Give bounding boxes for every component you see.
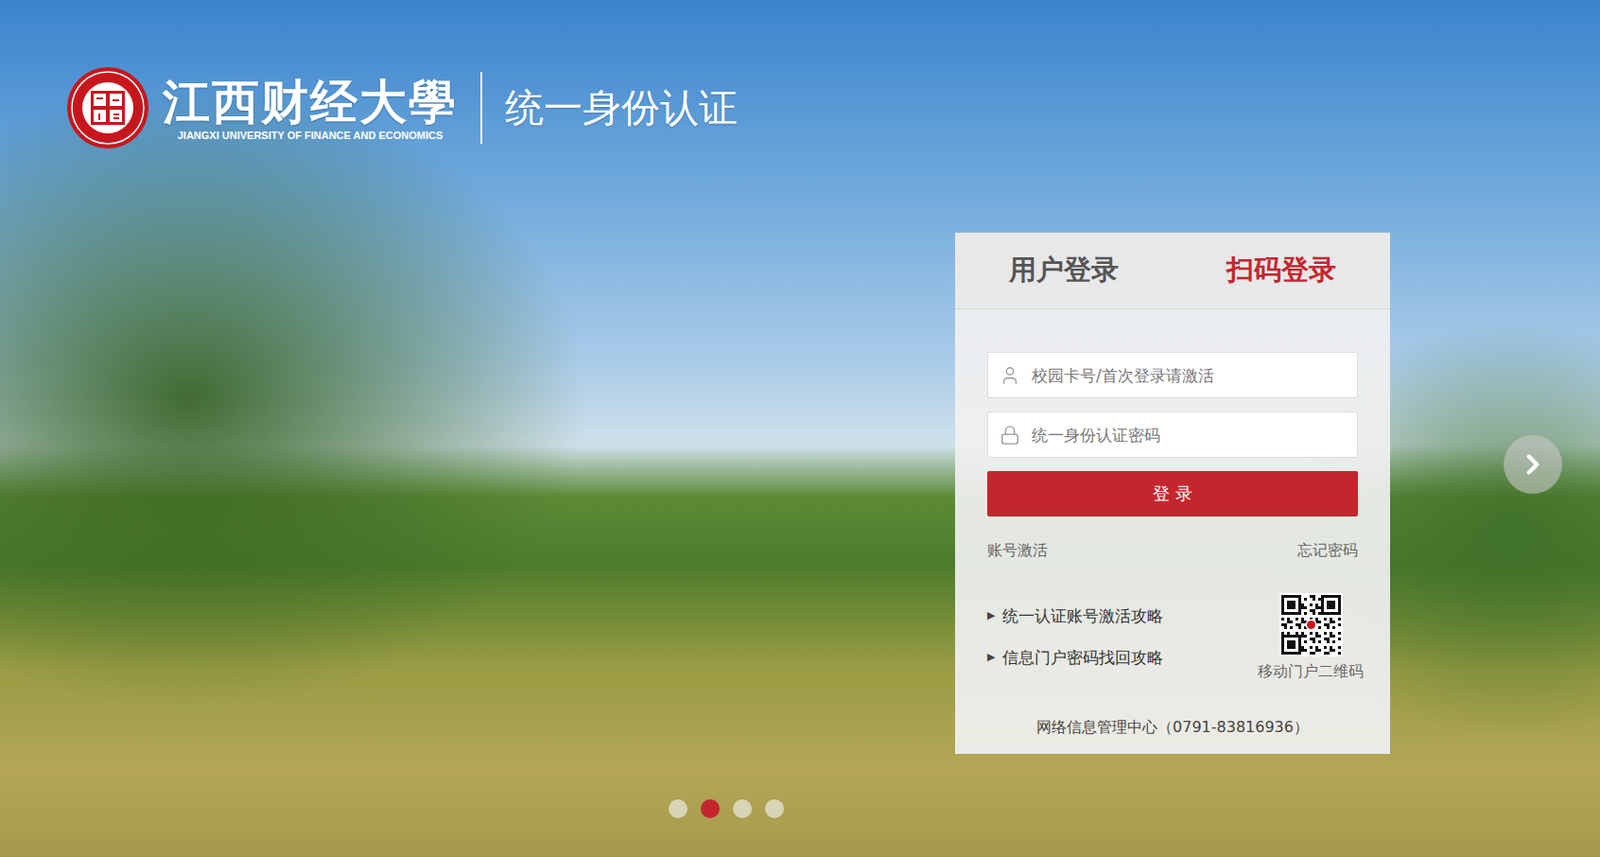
login-tabs: 用户登录扫码登录 xyxy=(955,232,1391,310)
login-button[interactable]: 登 录 xyxy=(987,470,1358,517)
guide-marker: ▶ xyxy=(987,645,995,669)
login-tab[interactable]: 扫码登录 xyxy=(1172,232,1391,309)
main: 用户登录扫码登录登 录账号激活 忘记密码 ▶统一认证账号激活攻略 ▶信息门户密码找回攻… xyxy=(0,149,1600,754)
university-name: 江西财经大學 xyxy=(162,75,458,128)
carousel-dot[interactable] xyxy=(732,799,752,818)
carousel-dot[interactable] xyxy=(700,799,720,818)
panel-footer: 网络信息管理中心（0791-83816936） xyxy=(987,717,1358,738)
chevron-right-icon xyxy=(1516,448,1549,481)
carousel-dot[interactable] xyxy=(765,799,784,818)
qr-block: 移动门户二维码 xyxy=(1257,592,1364,682)
header-divider xyxy=(480,71,483,144)
login-panel: 用户登录扫码登录登 录账号激活 忘记密码 ▶统一认证账号激活攻略 ▶信息门户密码找回攻… xyxy=(955,232,1391,754)
lock-icon xyxy=(999,424,1021,446)
guide-link[interactable]: ▶统一认证账号激活攻略 xyxy=(987,604,1164,627)
guide-marker: ▶ xyxy=(987,604,995,627)
login-form: 登 录账号激活 忘记密码 ▶统一认证账号激活攻略 ▶信息门户密码找回攻略移动门户二维码… xyxy=(955,309,1391,754)
header: 江西财经大學JIANGXI UNIVERSITY OF FINANCE AND … xyxy=(0,0,1600,150)
form-link[interactable]: 忘记密码 xyxy=(1297,540,1358,561)
carousel-dots xyxy=(668,799,784,818)
guide-link[interactable]: ▶信息门户密码找回攻略 xyxy=(987,645,1164,669)
login-page: 江西财经大學JIANGXI UNIVERSITY OF FINANCE AND … xyxy=(0,0,1600,857)
guide-list: ▶统一认证账号激活攻略 ▶信息门户密码找回攻略 xyxy=(987,592,1164,682)
university-seal-icon xyxy=(66,66,150,150)
password-field xyxy=(987,411,1358,458)
user-field xyxy=(987,351,1358,399)
user-input[interactable] xyxy=(1029,365,1346,386)
qr-code-icon xyxy=(1279,592,1343,657)
university-subtitle: JIANGXI UNIVERSITY OF FINANCE AND ECONOM… xyxy=(177,129,444,141)
qr-caption: 移动门户二维码 xyxy=(1257,661,1364,682)
page-title: 统一身份认证 xyxy=(504,82,738,135)
form-link[interactable]: 账号激活 xyxy=(987,540,1048,561)
password-input[interactable] xyxy=(1029,424,1346,446)
guide-section: ▶统一认证账号激活攻略▶信息门户密码找回攻略移动门户二维码 xyxy=(987,592,1358,682)
login-tab[interactable]: 用户登录 xyxy=(955,232,1173,309)
user-icon xyxy=(999,365,1021,386)
link-row: 账号激活 忘记密码 xyxy=(987,540,1358,561)
carousel-dot[interactable] xyxy=(668,799,688,818)
carousel-next-button[interactable] xyxy=(1503,434,1563,494)
university-logo: 江西财经大學JIANGXI UNIVERSITY OF FINANCE AND … xyxy=(162,75,458,141)
